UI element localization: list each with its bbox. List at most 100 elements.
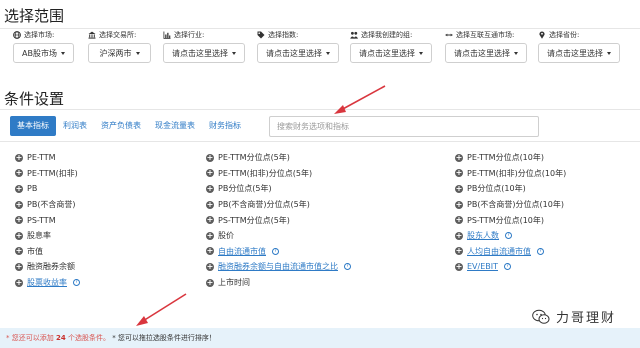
market-select[interactable]: AB股市场 — [13, 43, 74, 63]
indicator-item[interactable]: + PE-TTM(扣非) — [15, 166, 80, 182]
indicator-label: PS-TTM分位点(10年) — [467, 215, 545, 225]
plus-circle-icon[interactable]: + — [15, 216, 23, 225]
indicator-label: 自由流通市值 — [218, 246, 266, 256]
map-pin-icon — [538, 31, 546, 39]
indicator-item[interactable]: + PB分位点(5年) — [206, 181, 351, 197]
exchange-select[interactable]: 沪深两市 — [88, 43, 151, 63]
indicator-item[interactable]: + PB分位点(10年) — [455, 181, 566, 197]
province-select[interactable]: 请点击这里选择 — [538, 43, 620, 63]
plus-circle-icon[interactable]: + — [15, 169, 23, 178]
indicator-label: PB(不含商誉)分位点(5年) — [218, 200, 310, 210]
indicator-item[interactable]: + 融资融券余额与自由流通市值之比? — [206, 259, 351, 275]
filter-label: 选择市场: — [24, 31, 55, 39]
plus-circle-icon[interactable]: + — [455, 200, 463, 209]
plus-circle-icon[interactable]: + — [206, 278, 214, 287]
plus-circle-icon[interactable]: + — [206, 247, 214, 256]
indicator-item[interactable]: + 股东人数? — [455, 228, 566, 244]
filter-connect-market: 选择互联互通市场: 请点击这里选择 — [445, 30, 527, 63]
plus-circle-icon[interactable]: + — [455, 216, 463, 225]
indicator-item[interactable]: + PB — [15, 181, 80, 197]
plus-circle-icon[interactable]: + — [206, 262, 214, 271]
tab-income-statement[interactable]: 利润表 — [56, 116, 94, 136]
plus-circle-icon[interactable]: + — [206, 153, 214, 162]
plus-circle-icon[interactable]: + — [15, 153, 23, 162]
caret-down-icon — [60, 51, 65, 55]
plus-circle-icon[interactable]: + — [455, 262, 463, 271]
indicator-item[interactable]: + PE-TTM(扣非)分位点(5年) — [206, 166, 351, 182]
industry-select[interactable]: 请点击这里选择 — [163, 43, 245, 63]
indicator-item[interactable]: + PE-TTM(扣非)分位点(10年) — [455, 166, 566, 182]
indicator-item[interactable]: + 上市时间 — [206, 275, 351, 291]
indicator-item[interactable]: + 自由流通市值? — [206, 244, 351, 260]
connect-market-select[interactable]: 请点击这里选择 — [445, 43, 527, 63]
help-icon[interactable]: ? — [73, 279, 80, 287]
indicator-item[interactable]: + PS-TTM分位点(10年) — [455, 212, 566, 228]
indicator-item[interactable]: + PS-TTM分位点(5年) — [206, 212, 351, 228]
indicator-item[interactable]: + 人均自由流通市值? — [455, 244, 566, 260]
filter-label: 选择省份: — [549, 31, 580, 39]
plus-circle-icon[interactable]: + — [15, 231, 23, 240]
plus-circle-icon[interactable]: + — [206, 200, 214, 209]
plus-circle-icon[interactable]: + — [15, 278, 23, 287]
tab-cash-flow[interactable]: 现金流量表 — [148, 116, 202, 136]
help-icon[interactable]: ? — [272, 247, 279, 255]
caret-down-icon — [419, 51, 423, 55]
caret-down-icon — [514, 51, 518, 55]
indicator-item[interactable]: + PS-TTM — [15, 212, 80, 228]
indicator-item[interactable]: + PB(不含商誉) — [15, 197, 80, 213]
plus-circle-icon[interactable]: + — [206, 184, 214, 193]
filter-label: 选择交易所: — [99, 31, 137, 39]
indicator-label: 融资融券余额 — [27, 262, 75, 272]
tab-balance-sheet[interactable]: 资产负债表 — [94, 116, 148, 136]
indicator-item[interactable]: + PE-TTM分位点(5年) — [206, 150, 351, 166]
indicator-label: 股东人数 — [467, 231, 499, 241]
plus-circle-icon[interactable]: + — [206, 216, 214, 225]
wechat-icon — [532, 309, 550, 324]
plus-circle-icon[interactable]: + — [455, 169, 463, 178]
plus-circle-icon[interactable]: + — [206, 169, 214, 178]
indicator-column-3: + PE-TTM分位点(10年) + PE-TTM(扣非)分位点(10年) + PB分位点… — [455, 150, 566, 275]
indicator-label: PB分位点(5年) — [218, 184, 272, 194]
indicator-item[interactable]: + PB(不含商誉)分位点(10年) — [455, 197, 566, 213]
help-icon[interactable]: ? — [505, 232, 512, 240]
indicator-item[interactable]: + 股价 — [206, 228, 351, 244]
indicator-item[interactable]: + 融资融券余额 — [15, 259, 80, 275]
help-icon[interactable]: ? — [537, 247, 544, 255]
plus-circle-icon[interactable]: + — [15, 184, 23, 193]
plus-circle-icon[interactable]: + — [15, 247, 23, 256]
tag-icon — [257, 31, 265, 39]
bar-chart-icon — [163, 31, 171, 39]
plus-circle-icon[interactable]: + — [455, 231, 463, 240]
plus-circle-icon[interactable]: + — [15, 200, 23, 209]
filter-exchange: 选择交易所: 沪深两市 — [88, 30, 151, 63]
filter-industry: 选择行业: 请点击这里选择 — [163, 30, 245, 63]
indicator-item[interactable]: + PB(不含商誉)分位点(5年) — [206, 197, 351, 213]
condition-tabs: 基本指标 利润表 资产负债表 现金流量表 财务指标 — [10, 116, 248, 136]
indicator-label: PE-TTM(扣非)分位点(10年) — [467, 168, 567, 178]
indicator-label: PE-TTM(扣非) — [27, 168, 78, 178]
help-icon[interactable]: ? — [344, 263, 351, 271]
divider — [0, 141, 640, 142]
plus-circle-icon[interactable]: + — [15, 262, 23, 271]
plus-circle-icon[interactable]: + — [455, 184, 463, 193]
indicator-label: PB — [27, 184, 38, 194]
indicator-item[interactable]: + PE-TTM — [15, 150, 80, 166]
caret-down-icon — [607, 51, 611, 55]
help-icon[interactable]: ? — [504, 263, 512, 271]
plus-circle-icon[interactable]: + — [455, 153, 463, 162]
globe-icon — [13, 31, 21, 39]
indicator-label: 股价 — [218, 231, 234, 241]
indicator-search-input[interactable]: 搜索财务选项和指标 — [269, 116, 539, 137]
plus-circle-icon[interactable]: + — [206, 231, 214, 240]
indicator-item[interactable]: + PE-TTM分位点(10年) — [455, 150, 566, 166]
indicator-item[interactable]: + 市值 — [15, 244, 80, 260]
index-select[interactable]: 请点击这里选择 — [257, 43, 339, 63]
plus-circle-icon[interactable]: + — [455, 247, 463, 256]
indicator-item[interactable]: + 股息率 — [15, 228, 80, 244]
tab-financial-indicators[interactable]: 财务指标 — [202, 116, 248, 136]
my-groups-select[interactable]: 请点击这里选择 — [350, 43, 432, 63]
tab-basic-indicators[interactable]: 基本指标 — [10, 116, 56, 136]
indicator-label: 股息率 — [27, 231, 51, 241]
indicator-item[interactable]: + EV/EBIT? — [455, 259, 566, 275]
indicator-item[interactable]: + 股票收益率? — [15, 275, 80, 291]
